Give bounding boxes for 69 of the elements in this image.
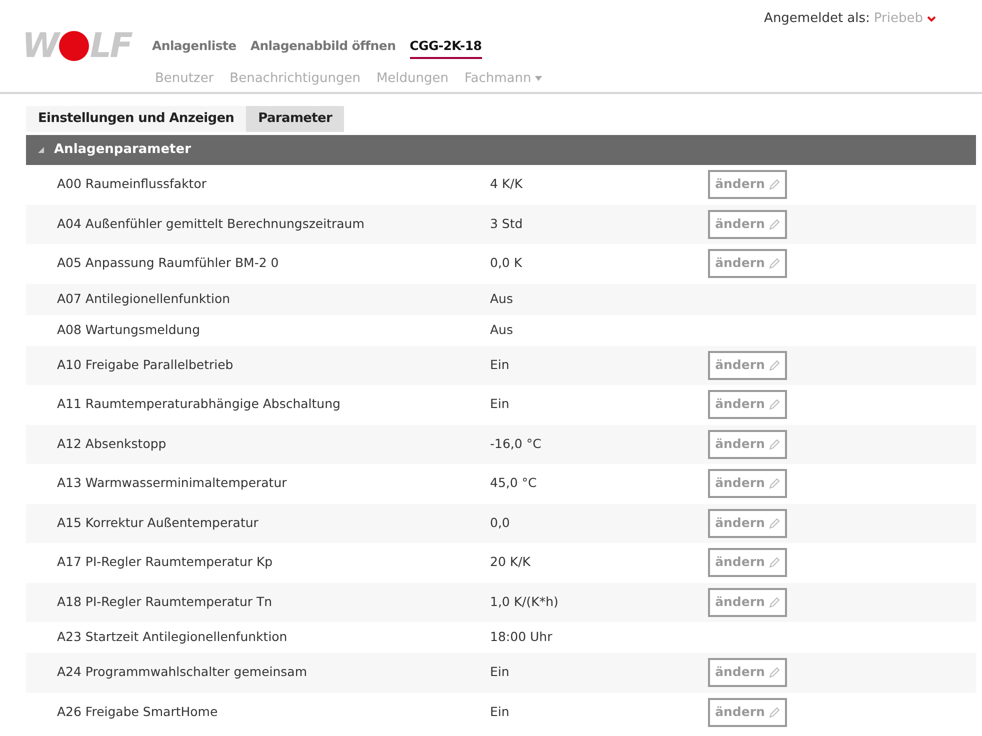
nav-link[interactable]: Benachrichtigungen bbox=[230, 68, 360, 88]
parameter-name: A18 PI-Regler Raumtemperatur Tn bbox=[57, 592, 274, 611]
parameter-value: 45,0 °C bbox=[490, 474, 538, 492]
parameter-name: A08 Wartungsmeldung bbox=[57, 320, 202, 339]
pencil-icon bbox=[768, 258, 780, 270]
triangle-icon bbox=[38, 147, 44, 153]
pencil-icon bbox=[768, 438, 780, 450]
edit-button[interactable]: ändern bbox=[708, 170, 787, 200]
tab[interactable]: Parameter bbox=[246, 106, 344, 132]
parameter-value: 4 K/K bbox=[490, 175, 524, 194]
edit-button[interactable]: ändern bbox=[708, 249, 787, 278]
tab[interactable]: Einstellungen und Anzeigen bbox=[26, 106, 246, 132]
parameter-name: A24 Programmwahlschalter gemeinsam bbox=[57, 663, 308, 682]
parameter-value: -16,0 °C bbox=[490, 434, 542, 453]
nav-link[interactable]: Anlagenliste bbox=[152, 37, 236, 59]
edit-button[interactable]: ändern bbox=[708, 698, 787, 727]
nav-link[interactable]: Anlagenabbild öffnen bbox=[250, 37, 396, 59]
parameter-value: 3 Std bbox=[490, 214, 524, 233]
parameter-value: 20 K/K bbox=[490, 553, 532, 572]
pencil-icon bbox=[768, 179, 780, 190]
edit-button[interactable]: ändern bbox=[708, 548, 787, 578]
edit-button[interactable]: ändern bbox=[708, 390, 787, 420]
pencil-icon bbox=[768, 218, 780, 230]
pencil-icon bbox=[768, 557, 780, 568]
parameter-value: Ein bbox=[490, 356, 510, 374]
chevron-down-icon bbox=[927, 16, 936, 22]
parameter-name: A04 Außenfühler gemittelt Berechnungszeitraum bbox=[57, 214, 366, 233]
pencil-icon bbox=[768, 518, 780, 529]
logged-in-label: Angemeldet als: bbox=[764, 10, 870, 28]
section-header[interactable]: Anlagenparameter bbox=[26, 135, 976, 165]
parameter-value: Aus bbox=[490, 320, 514, 339]
parameter-value: 0,0 K bbox=[490, 254, 524, 272]
user-menu[interactable]: Priebeb bbox=[874, 9, 936, 28]
pencil-icon bbox=[768, 706, 780, 718]
pencil-icon bbox=[768, 360, 780, 371]
nav-link[interactable]: CGG-2K-18 bbox=[410, 37, 482, 59]
pencil-icon bbox=[768, 478, 780, 490]
parameter-name: A23 Startzeit Antilegionellenfunktion bbox=[57, 628, 288, 646]
parameter-value: Aus bbox=[490, 290, 514, 308]
caret-down-icon bbox=[535, 76, 542, 81]
edit-button[interactable]: ändern bbox=[708, 658, 787, 688]
pencil-icon bbox=[768, 596, 780, 608]
parameter-name: A13 Warmwasserminimaltemperatur bbox=[57, 474, 288, 492]
parameter-value: 0,0 bbox=[490, 514, 511, 532]
pencil-icon bbox=[768, 399, 780, 410]
parameter-name: A10 Freigabe Parallelbetrieb bbox=[57, 356, 234, 374]
parameter-value: Ein bbox=[490, 702, 510, 721]
parameter-value: 1,0 K/(K*h) bbox=[490, 592, 560, 611]
edit-button[interactable]: ändern bbox=[708, 350, 787, 380]
nav-link[interactable]: Fachmann bbox=[464, 68, 542, 88]
nav-link[interactable]: Benutzer bbox=[155, 68, 214, 88]
parameter-name: A15 Korrektur Außentemperatur bbox=[57, 514, 260, 532]
parameter-name: A07 Antilegionellenfunktion bbox=[57, 290, 232, 308]
parameter-value: Ein bbox=[490, 395, 510, 414]
edit-button[interactable]: ändern bbox=[708, 508, 787, 538]
parameter-name: A00 Raumeinflussfaktor bbox=[57, 175, 208, 194]
parameter-name: A05 Anpassung Raumfühler BM-2 0 bbox=[57, 254, 280, 272]
edit-button[interactable]: ändern bbox=[708, 210, 787, 239]
edit-button[interactable]: ändern bbox=[708, 469, 787, 498]
edit-button[interactable]: ändern bbox=[708, 588, 787, 617]
parameter-value: 18:00 Uhr bbox=[490, 628, 554, 646]
parameter-name: A17 PI-Regler Raumtemperatur Kp bbox=[57, 553, 274, 572]
parameter-name: A11 Raumtemperaturabhängige Abschaltung bbox=[57, 395, 342, 414]
parameter-name: A12 Absenkstopp bbox=[57, 434, 168, 453]
pencil-icon bbox=[768, 667, 780, 678]
parameter-name: A26 Freigabe SmartHome bbox=[57, 702, 219, 721]
parameter-value: Ein bbox=[490, 663, 510, 682]
nav-link[interactable]: Meldungen bbox=[376, 68, 448, 88]
edit-button[interactable]: ändern bbox=[708, 430, 787, 459]
